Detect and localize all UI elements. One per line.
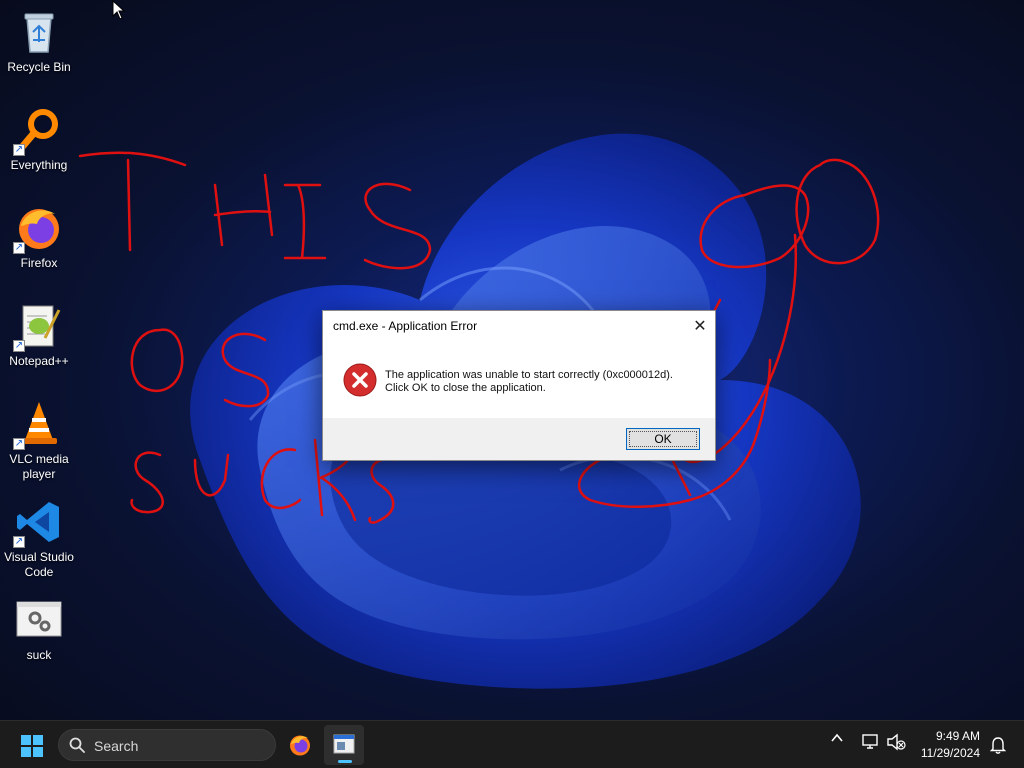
desktop-icon-notepad-plus-plus[interactable]: ↗ Notepad++: [0, 302, 78, 369]
shortcut-arrow-icon: ↗: [13, 144, 25, 156]
taskbar-active-app-button[interactable]: [324, 725, 364, 765]
desktop-icon-label-line1: Visual Studio: [4, 550, 74, 564]
desktop-icon-label: Everything: [10, 158, 68, 172]
mouse-cursor-icon: [112, 0, 126, 20]
recycle-bin-icon: [15, 8, 63, 56]
volume-muted-icon[interactable]: [886, 733, 906, 756]
error-icon: [343, 363, 377, 397]
everything-search-icon: ↗: [13, 106, 63, 156]
settings-file-icon: [15, 596, 63, 644]
desktop-icon-label-line2: player: [22, 467, 56, 481]
clock-time[interactable]: 9:49 AM: [936, 729, 980, 743]
network-icon[interactable]: [860, 733, 880, 756]
desktop-icon-firefox[interactable]: ↗ Firefox: [0, 204, 78, 271]
vlc-icon: ↗: [13, 400, 63, 450]
desktop-icon-vlc[interactable]: ↗ VLC media player: [0, 400, 78, 482]
dialog-button-bar: OK: [323, 418, 715, 460]
desktop-icon-label: suck: [26, 648, 52, 662]
active-indicator: [338, 760, 352, 763]
shortcut-arrow-icon: ↗: [13, 340, 25, 352]
ok-button[interactable]: OK: [626, 428, 700, 450]
shortcut-arrow-icon: ↗: [13, 536, 25, 548]
search-icon: [69, 737, 85, 753]
firefox-icon: [290, 735, 310, 756]
application-error-dialog: cmd.exe - Application Error ✕ The applic…: [322, 310, 716, 461]
desktop-icon-label: Firefox: [20, 256, 58, 270]
close-icon[interactable]: ✕: [685, 311, 715, 341]
desktop-icon-label-line1: VLC media: [9, 452, 69, 466]
shortcut-arrow-icon: ↗: [13, 438, 25, 450]
windows-start-icon[interactable]: [20, 734, 44, 758]
desktop-icon-label-line2: Code: [24, 565, 54, 579]
vscode-icon: ↗: [13, 498, 63, 548]
desktop-icon-everything[interactable]: ↗ Everything: [0, 106, 78, 173]
dialog-title: cmd.exe - Application Error: [333, 319, 478, 333]
clock-date[interactable]: 11/29/2024: [921, 746, 980, 760]
desktop-icon-recycle-bin[interactable]: Recycle Bin: [0, 8, 78, 75]
desktop-icon-suck[interactable]: suck: [0, 596, 78, 663]
notification-bell-icon[interactable]: [989, 736, 1007, 759]
notepad-plus-plus-icon: ↗: [13, 302, 63, 352]
search-label: Search: [94, 738, 139, 754]
desktop-icon-vscode[interactable]: ↗ Visual Studio Code: [0, 498, 78, 580]
shortcut-arrow-icon: ↗: [13, 242, 25, 254]
firefox-icon: ↗: [13, 204, 63, 254]
dialog-message-line2: Click OK to close the application.: [385, 382, 546, 394]
taskbar-search-box[interactable]: Search: [58, 729, 276, 761]
app-window-icon: [333, 734, 355, 754]
chevron-up-icon[interactable]: [830, 731, 844, 748]
desktop-icon-label: Recycle Bin: [7, 60, 71, 74]
dialog-message-line1: The application was unable to start corr…: [385, 369, 673, 381]
desktop-icon-label: Notepad++: [9, 354, 69, 368]
taskbar-firefox-button[interactable]: [280, 725, 320, 765]
taskbar: Search 9:49 AM 11/29/2024: [0, 720, 1024, 768]
